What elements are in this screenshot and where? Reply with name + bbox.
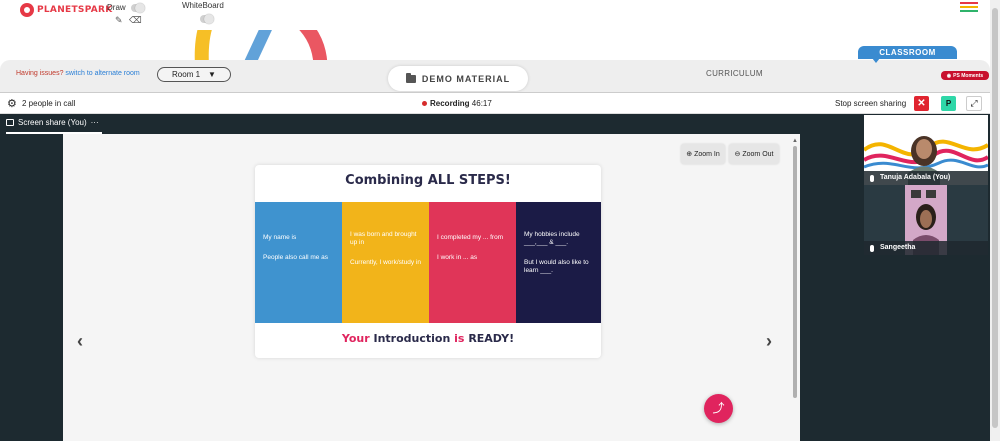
footer-ready: READY! <box>468 332 515 345</box>
ps-moments-button[interactable]: ◉ PS Moments <box>941 71 989 80</box>
zoom-in-button[interactable]: ⊕ Zoom In <box>681 144 725 164</box>
mascot-icon <box>20 3 34 17</box>
panel-line: My name is <box>263 234 297 241</box>
slide-footer: Your Introduction is READY! <box>255 332 601 345</box>
screen-share-label: Screen share (You) <box>18 118 87 127</box>
p-button[interactable]: P <box>941 96 956 111</box>
slide-panel-education: I completed my ... from I work in ... as <box>429 202 516 323</box>
participant-name-bar: Tanuja Adabala (You) <box>864 171 988 185</box>
panel-line: Currently, I work/study in <box>350 259 422 266</box>
whiteboard-label: WhiteBoard <box>182 1 224 10</box>
alternate-room-link[interactable]: switch to alternate room <box>65 70 139 77</box>
footer-your: Your <box>341 332 370 345</box>
recording-time: 46:17 <box>471 99 492 108</box>
tab-demo-material-label: DEMO MATERIAL <box>421 73 511 84</box>
issues-text: Having issues? <box>16 70 64 77</box>
more-icon[interactable]: ··· <box>91 118 99 127</box>
stop-sharing-label: Stop screen sharing <box>835 99 907 108</box>
panel-line: I work in ... as <box>437 254 478 261</box>
footer-introduction: Introduction <box>373 332 451 345</box>
fullscreen-icon[interactable]: ⤢ <box>966 96 982 111</box>
ps-moments-label: PS Moments <box>953 72 984 79</box>
slide: Combining ALL STEPS! My name is People a… <box>255 165 601 358</box>
participant-name: Sangeetha <box>880 244 916 251</box>
people-count: 2 people in call <box>22 99 76 108</box>
chevron-down-icon: ▼ <box>208 70 216 79</box>
tab-curriculum[interactable]: CURRICULUM <box>706 69 763 78</box>
page-scrollbar-thumb[interactable] <box>992 8 998 428</box>
eraser-icon[interactable]: ⌫ <box>129 15 142 26</box>
panel-line: People also call me as <box>263 254 329 261</box>
slide-panel-origin: I was born and brought up in Currently, … <box>342 202 429 323</box>
recording-status: Recording 46:17 <box>422 99 492 108</box>
issues-notice: Having issues? switch to alternate room <box>16 70 140 77</box>
participant-tile[interactable]: Tanuja Adabala (You) <box>864 115 988 185</box>
whiteboard-toggle[interactable] <box>200 14 214 24</box>
classroom-pointer <box>872 58 880 63</box>
zoom-in-icon: ⊕ <box>686 151 693 158</box>
mic-icon[interactable] <box>870 244 874 252</box>
folder-icon <box>405 72 416 83</box>
tab-demo-material[interactable]: DEMO MATERIAL <box>388 66 528 91</box>
top-bar: PLANETSPARK Draw ✎ ⌫ WhiteBoard <box>0 0 1000 30</box>
viewer-scrollbar[interactable] <box>793 146 797 398</box>
zoom-out-label: Zoom Out <box>742 150 774 158</box>
share-margin-right <box>800 134 863 441</box>
brand-name: PLANETSPARK <box>37 5 113 15</box>
share-tab-bar <box>0 114 863 134</box>
slide-title: Combining ALL STEPS! <box>345 173 511 188</box>
tab-screen-share[interactable]: Screen share (You) ··· <box>6 118 99 127</box>
page-scrollbar[interactable] <box>990 0 1000 441</box>
menu-icon[interactable] <box>960 2 978 14</box>
share-icon[interactable]: ⤴ <box>704 394 733 423</box>
camera-icon: ◉ <box>946 72 952 79</box>
participant-name: Tanuja Adabala (You) <box>880 174 951 181</box>
participant-name-bar: Sangeetha <box>864 241 988 255</box>
zoom-out-button[interactable]: ⊖ Zoom Out <box>729 144 779 164</box>
room-select-value: Room 1 <box>172 70 201 79</box>
panel-line: My hobbies include ___,___ & ___. <box>524 231 580 246</box>
zoom-in-label: Zoom In <box>694 150 720 158</box>
previous-slide-icon[interactable]: ‹ <box>77 331 83 352</box>
scroll-up-icon[interactable]: ▲ <box>792 138 798 144</box>
mic-icon[interactable] <box>870 174 874 182</box>
stop-sharing-button[interactable]: ✕ <box>914 96 929 111</box>
footer-is: is <box>454 332 465 345</box>
share-margin-left <box>0 134 63 441</box>
slide-panel-name: My name is People also call me as <box>255 202 342 323</box>
pencil-icon[interactable]: ✎ <box>115 15 123 26</box>
monitor-icon <box>6 119 14 126</box>
room-select[interactable]: Room 1 ▼ <box>157 67 231 82</box>
zoom-out-icon: ⊖ <box>734 151 741 158</box>
panel-line: But I would also like to learn ___. <box>524 259 589 274</box>
planetspark-logo: PLANETSPARK <box>20 3 113 17</box>
slide-panel-hobbies: My hobbies include ___,___ & ___. But I … <box>516 202 601 323</box>
draw-label: Draw <box>107 3 126 12</box>
recording-dot-icon <box>422 101 427 106</box>
panel-line: I was born and brought up in <box>350 231 417 246</box>
gear-icon[interactable]: ⚙ <box>7 97 17 110</box>
draw-toggle[interactable] <box>131 3 145 13</box>
call-bar: ⚙ 2 people in call Recording 46:17 Stop … <box>0 92 990 114</box>
participant-tile[interactable]: Sangeetha <box>864 185 988 255</box>
recording-label: Recording <box>430 99 470 108</box>
next-slide-icon[interactable]: › <box>766 331 772 352</box>
panel-line: I completed my ... from <box>437 234 504 241</box>
